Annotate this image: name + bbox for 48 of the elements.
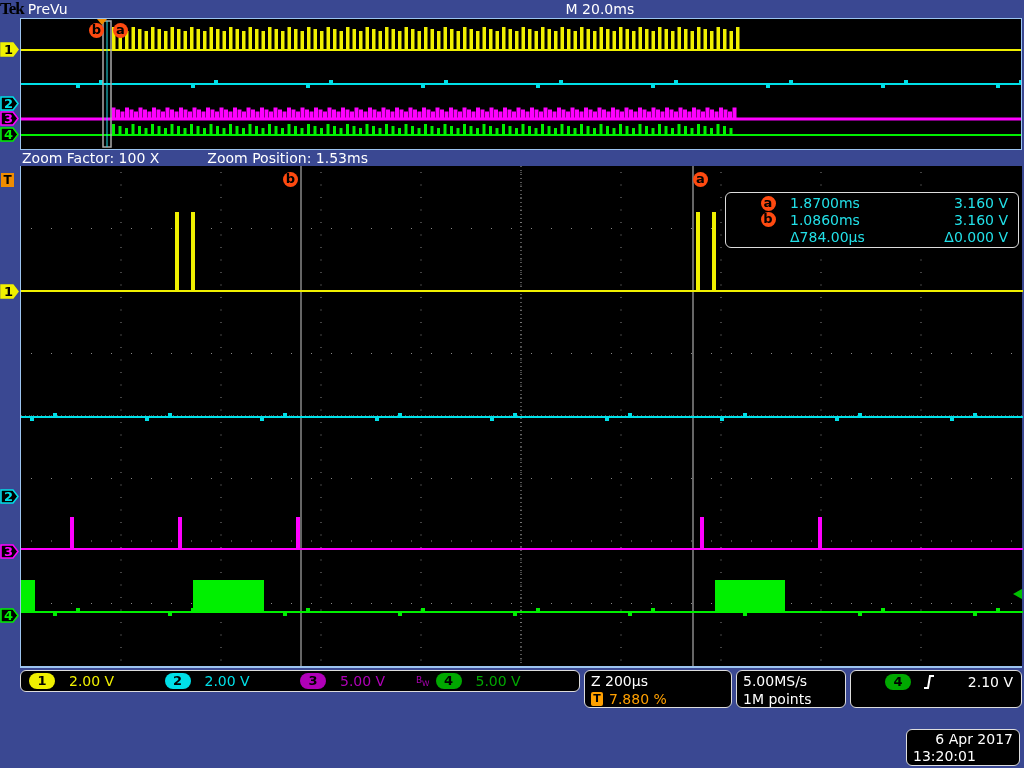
trigger-position-icon xyxy=(97,19,107,25)
cursor-line[interactable] xyxy=(300,166,302,666)
channel-marker[interactable]: 3 xyxy=(0,544,19,559)
trigger-icon: T xyxy=(591,692,603,706)
trigger-marker: T xyxy=(1,173,14,187)
channel-badge[interactable]: 1 xyxy=(29,673,55,689)
mode-label: PreVu xyxy=(27,0,68,18)
channel-marker[interactable]: 3 xyxy=(0,111,19,126)
time-label: 13:20:01 xyxy=(913,748,977,765)
cursor-label[interactable]: b xyxy=(89,23,104,38)
trigger-level-icon xyxy=(1013,589,1022,599)
channel-badge[interactable]: 3 xyxy=(300,673,326,689)
cursor-line[interactable] xyxy=(692,166,694,666)
channel-marker[interactable]: 1 xyxy=(0,284,19,299)
channel-scale: 5.00 V xyxy=(340,673,386,689)
channel-scale: 2.00 V xyxy=(204,673,250,689)
channel-marker[interactable]: 2 xyxy=(0,96,19,111)
channel-marker[interactable]: 2 xyxy=(0,489,19,504)
zoom-factor-label: Zoom Factor: 100 X xyxy=(22,150,160,166)
trigger-position: 7.880 % xyxy=(609,690,667,708)
channel-scale: 2.00 V xyxy=(69,673,115,689)
zoom-scale: Z 200µs xyxy=(591,672,649,690)
brand-logo: Tek xyxy=(0,0,24,18)
record-length: 1M points xyxy=(743,690,813,708)
zoom-position-label: Zoom Position: 1.53ms xyxy=(207,150,368,166)
cursor-voltage: 3.160 V xyxy=(952,212,1008,228)
cursor-voltage: Δ0.000 V xyxy=(943,228,1008,245)
channel-marker[interactable]: 4 xyxy=(0,127,19,142)
cursor-label: b xyxy=(760,212,776,228)
sample-rate: 5.00MS/s xyxy=(743,672,809,690)
rising-edge-icon xyxy=(923,674,935,690)
cursor-time: 1.8700ms xyxy=(789,195,861,212)
cursor-time: 1.0860ms xyxy=(789,212,861,228)
date-label: 6 Apr 2017 xyxy=(934,731,1013,748)
channel-badge[interactable]: 2 xyxy=(164,673,191,689)
trigger-source-badge[interactable]: 4 xyxy=(885,674,911,690)
trigger-level: 2.10 V xyxy=(967,674,1013,690)
cursor-voltage: 3.160 V xyxy=(952,195,1008,212)
channel-scale: 5.00 V xyxy=(475,673,521,689)
cursor-label[interactable]: a xyxy=(693,172,708,187)
cursor-time: Δ784.00µs xyxy=(789,228,866,245)
timebase-readout: M 20.0ms xyxy=(565,0,635,18)
channel-marker[interactable]: 1 xyxy=(0,42,19,57)
bandwidth-limit-indicator: B$_{W}$ xyxy=(415,674,430,688)
cursor-label[interactable]: b xyxy=(283,172,298,187)
channel-badge[interactable]: 4 xyxy=(435,673,462,689)
cursor-label: a xyxy=(760,195,776,211)
channel-marker[interactable]: 4 xyxy=(0,608,19,623)
